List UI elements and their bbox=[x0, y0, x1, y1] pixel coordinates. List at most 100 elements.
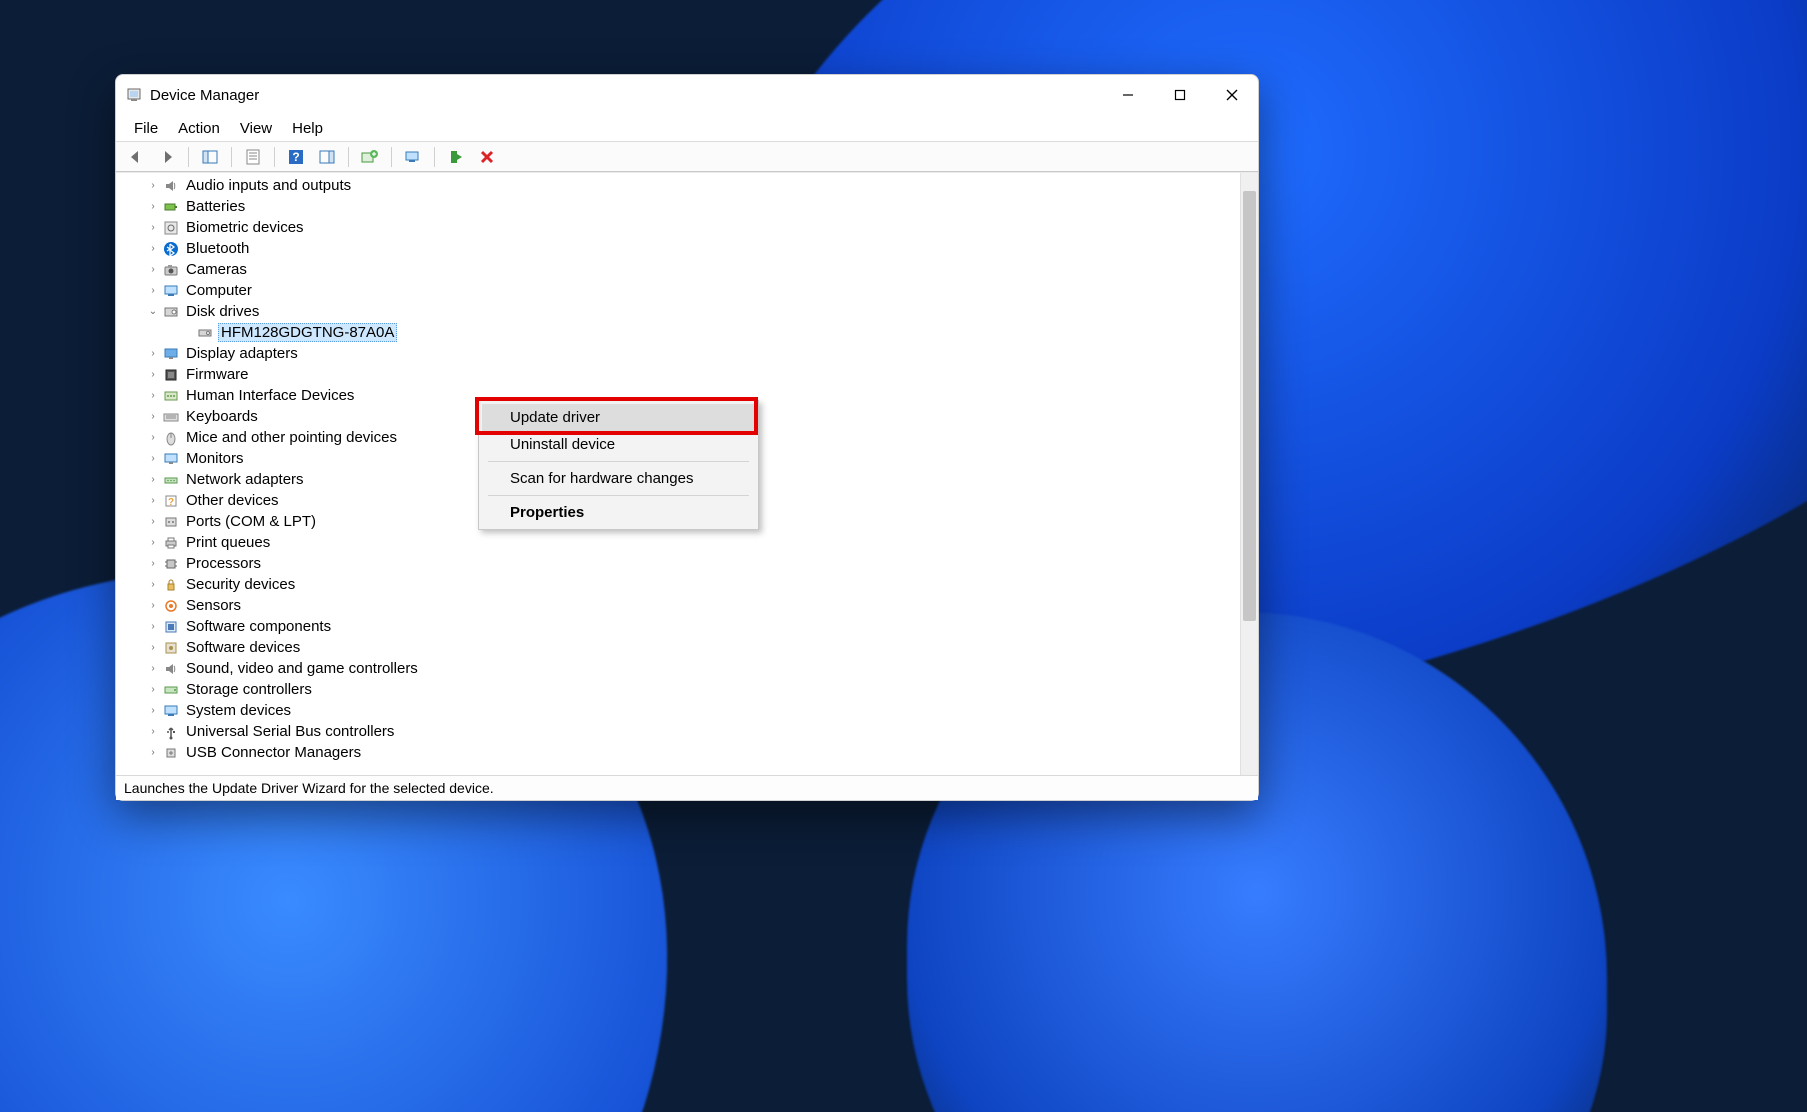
tree-category-system[interactable]: ›System devices bbox=[116, 700, 1240, 721]
menu-help[interactable]: Help bbox=[282, 118, 333, 139]
toolbar-separator bbox=[391, 147, 392, 167]
context-menu-update-driver[interactable]: Update driver bbox=[482, 404, 755, 431]
chevron-icon[interactable]: › bbox=[146, 264, 160, 275]
tree-item-label: Firmware bbox=[186, 366, 249, 383]
sound-icon bbox=[162, 660, 180, 678]
tree-category-swcomp[interactable]: ›Software components bbox=[116, 616, 1240, 637]
firmware-icon bbox=[162, 366, 180, 384]
chevron-icon[interactable]: › bbox=[146, 222, 160, 233]
chevron-icon[interactable]: › bbox=[146, 453, 160, 464]
camera-icon bbox=[162, 261, 180, 279]
toolbar-separator bbox=[188, 147, 189, 167]
mouse-icon bbox=[162, 429, 180, 447]
chevron-icon[interactable]: › bbox=[146, 474, 160, 485]
tree-category-camera[interactable]: ›Cameras bbox=[116, 259, 1240, 280]
chevron-icon[interactable]: › bbox=[146, 495, 160, 506]
chevron-icon[interactable]: › bbox=[146, 516, 160, 527]
tree-item-label: Batteries bbox=[186, 198, 245, 215]
window-title: Device Manager bbox=[150, 87, 259, 104]
tree-item-label: Processors bbox=[186, 555, 261, 572]
tree-category-firmware[interactable]: › Firmware bbox=[116, 364, 1240, 385]
chevron-icon[interactable]: › bbox=[146, 180, 160, 191]
tree-item-label: Human Interface Devices bbox=[186, 387, 354, 404]
chevron-icon[interactable]: › bbox=[146, 432, 160, 443]
tree-item-label: Security devices bbox=[186, 576, 295, 593]
help-button[interactable]: ? bbox=[282, 144, 310, 170]
sensor-icon bbox=[162, 597, 180, 615]
tree-category-storage[interactable]: ›Storage controllers bbox=[116, 679, 1240, 700]
storage-icon bbox=[162, 681, 180, 699]
tree-category-security[interactable]: › Security devices bbox=[116, 574, 1240, 595]
chevron-icon[interactable]: › bbox=[146, 600, 160, 611]
chevron-icon[interactable]: › bbox=[146, 579, 160, 590]
tree-category-bluetooth[interactable]: ›Bluetooth bbox=[116, 238, 1240, 259]
tree-category-printer[interactable]: ›Print queues bbox=[116, 532, 1240, 553]
vertical-scrollbar[interactable] bbox=[1240, 173, 1258, 775]
minimize-button[interactable] bbox=[1102, 75, 1154, 115]
display-icon bbox=[162, 345, 180, 363]
device-manager-icon bbox=[126, 87, 142, 103]
tree-category-display[interactable]: ›Display adapters bbox=[116, 343, 1240, 364]
battery-icon bbox=[162, 198, 180, 216]
tree-category-speaker[interactable]: ›Audio inputs and outputs bbox=[116, 175, 1240, 196]
context-menu-uninstall-device[interactable]: Uninstall device bbox=[482, 431, 755, 458]
action-panel-button[interactable] bbox=[313, 144, 341, 170]
chevron-icon[interactable]: › bbox=[146, 684, 160, 695]
tree-device-selected[interactable]: HFM128GDGTNG-87A0A bbox=[116, 322, 1240, 343]
biometric-icon bbox=[162, 219, 180, 237]
context-menu: Update driver Uninstall device Scan for … bbox=[478, 400, 759, 530]
tree-item-label: Sound, video and game controllers bbox=[186, 660, 418, 677]
context-menu-separator bbox=[488, 461, 749, 462]
tree-category-computer[interactable]: ›Computer bbox=[116, 280, 1240, 301]
chevron-icon[interactable]: › bbox=[146, 390, 160, 401]
chevron-icon[interactable]: › bbox=[146, 705, 160, 716]
tree-category-usb[interactable]: ›Universal Serial Bus controllers bbox=[116, 721, 1240, 742]
scroll-thumb[interactable] bbox=[1243, 191, 1256, 621]
tree-category-swdev[interactable]: › Software devices bbox=[116, 637, 1240, 658]
tree-category-disk[interactable]: ⌄ Disk drives bbox=[116, 301, 1240, 322]
chevron-icon[interactable]: › bbox=[146, 411, 160, 422]
chevron-icon[interactable]: › bbox=[146, 243, 160, 254]
menu-view[interactable]: View bbox=[230, 118, 282, 139]
tree-category-cpu[interactable]: › Processors bbox=[116, 553, 1240, 574]
chevron-icon[interactable]: › bbox=[146, 726, 160, 737]
close-button[interactable] bbox=[1206, 75, 1258, 115]
menu-file[interactable]: File bbox=[124, 118, 168, 139]
scan-hardware-button[interactable] bbox=[399, 144, 427, 170]
tree-category-biometric[interactable]: ›Biometric devices bbox=[116, 217, 1240, 238]
update-driver-button[interactable] bbox=[356, 144, 384, 170]
tree-item-label: Software devices bbox=[186, 639, 300, 656]
chevron-icon[interactable]: › bbox=[146, 537, 160, 548]
chevron-icon[interactable]: › bbox=[146, 369, 160, 380]
chevron-icon[interactable]: › bbox=[146, 621, 160, 632]
status-text: Launches the Update Driver Wizard for th… bbox=[124, 780, 494, 796]
swdev-icon bbox=[162, 639, 180, 657]
context-menu-scan-hardware[interactable]: Scan for hardware changes bbox=[482, 465, 755, 492]
tree-category-usbcm[interactable]: ›USB Connector Managers bbox=[116, 742, 1240, 763]
swcomp-icon bbox=[162, 618, 180, 636]
enable-device-button[interactable] bbox=[442, 144, 470, 170]
context-menu-properties[interactable]: Properties bbox=[482, 499, 755, 526]
menu-action[interactable]: Action bbox=[168, 118, 230, 139]
chevron-icon[interactable]: ⌄ bbox=[146, 306, 160, 317]
chevron-icon[interactable]: › bbox=[146, 663, 160, 674]
properties-button[interactable] bbox=[239, 144, 267, 170]
chevron-icon[interactable]: › bbox=[146, 642, 160, 653]
tree-category-sound[interactable]: › Sound, video and game controllers bbox=[116, 658, 1240, 679]
chevron-icon[interactable]: › bbox=[146, 285, 160, 296]
back-button[interactable] bbox=[122, 144, 150, 170]
uninstall-device-button[interactable] bbox=[473, 144, 501, 170]
window-titlebar[interactable]: Device Manager bbox=[116, 75, 1258, 115]
tree-category-battery[interactable]: › Batteries bbox=[116, 196, 1240, 217]
svg-text:?: ? bbox=[292, 150, 299, 164]
tree-item-label: Disk drives bbox=[186, 303, 259, 320]
maximize-button[interactable] bbox=[1154, 75, 1206, 115]
chevron-icon[interactable]: › bbox=[146, 558, 160, 569]
chevron-icon[interactable]: › bbox=[146, 348, 160, 359]
chevron-icon[interactable]: › bbox=[146, 201, 160, 212]
chevron-icon[interactable]: › bbox=[146, 747, 160, 758]
tree-category-sensor[interactable]: ›Sensors bbox=[116, 595, 1240, 616]
forward-button[interactable] bbox=[153, 144, 181, 170]
show-hide-console-tree-button[interactable] bbox=[196, 144, 224, 170]
tree-item-label: Other devices bbox=[186, 492, 279, 509]
